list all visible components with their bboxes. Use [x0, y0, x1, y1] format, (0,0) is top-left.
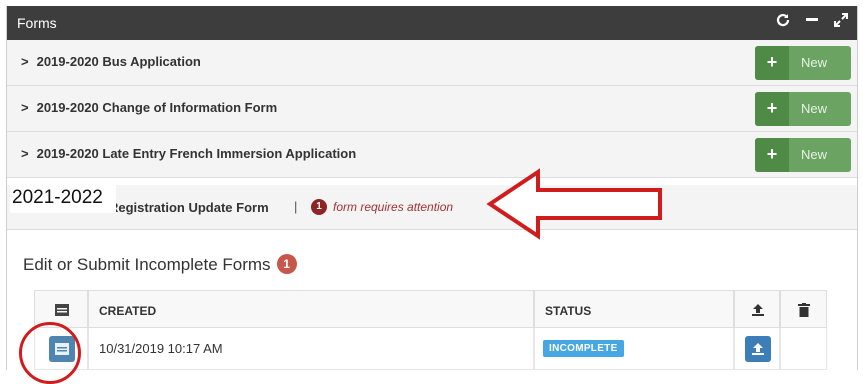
status-column-header[interactable]: STATUS	[534, 290, 734, 328]
incomplete-forms-heading: Edit or Submit Incomplete Forms 1	[23, 254, 297, 275]
upload-icon	[751, 342, 765, 359]
attention-text: form requires attention	[333, 200, 454, 214]
refresh-icon[interactable]	[775, 12, 791, 33]
form-row-change-of-information[interactable]: >2019-2020 Change of Information Form + …	[7, 86, 857, 132]
annotation-circle	[19, 322, 81, 384]
form-row-label[interactable]: >2019-2020 Late Entry French Immersion A…	[21, 146, 356, 161]
form-row-registration-update[interactable]: Registration Update Form | 1 form requir…	[7, 185, 857, 230]
chevron-right-icon: >	[21, 100, 29, 115]
form-row-late-entry-french-immersion[interactable]: >2019-2020 Late Entry French Immersion A…	[7, 132, 857, 178]
registration-update-label[interactable]: Registration Update Form	[109, 200, 269, 215]
plus-icon: +	[755, 92, 789, 126]
new-change-of-information-button[interactable]: + New	[755, 92, 851, 126]
minimize-icon[interactable]	[805, 11, 819, 32]
annotation-arrow-icon	[486, 168, 662, 240]
form-row-label[interactable]: >2019-2020 Bus Application	[21, 54, 201, 69]
chevron-right-icon: >	[21, 146, 29, 161]
year-overlay-label: 2021-2022	[10, 183, 116, 213]
delete-column-header	[780, 290, 827, 328]
form-row-label[interactable]: >2019-2020 Change of Information Form	[21, 100, 277, 115]
upload-button[interactable]	[745, 336, 771, 362]
upload-column-header	[734, 290, 780, 328]
table-row-status-cell: INCOMPLETE	[534, 328, 734, 370]
plus-icon: +	[755, 138, 789, 172]
trash-icon	[798, 303, 810, 320]
upload-icon	[751, 303, 765, 320]
list-icon	[55, 304, 69, 319]
chevron-right-icon: >	[21, 54, 29, 69]
table-row-delete-cell	[780, 328, 827, 370]
status-badge: INCOMPLETE	[543, 340, 624, 357]
incomplete-count-badge: 1	[276, 254, 297, 274]
table-row-upload-cell	[734, 328, 780, 370]
attention-count-badge: 1	[311, 199, 327, 215]
incomplete-forms-table: CREATED STATUS 10/31/2019 10:17 AM INCOM…	[34, 290, 827, 370]
panel-title: Forms	[17, 15, 57, 31]
expand-icon[interactable]	[833, 12, 849, 33]
new-late-entry-button[interactable]: + New	[755, 138, 851, 172]
separator: |	[294, 199, 298, 214]
created-column-header[interactable]: CREATED	[88, 290, 534, 328]
panel-header: Forms	[7, 6, 857, 40]
new-bus-application-button[interactable]: + New	[755, 46, 851, 80]
forms-panel: Forms >2019-2020 Bus Application + New >…	[6, 6, 858, 370]
table-row-created-cell: 10/31/2019 10:17 AM	[88, 328, 534, 370]
form-row-bus-application[interactable]: >2019-2020 Bus Application + New	[7, 40, 857, 86]
plus-icon: +	[755, 46, 789, 80]
